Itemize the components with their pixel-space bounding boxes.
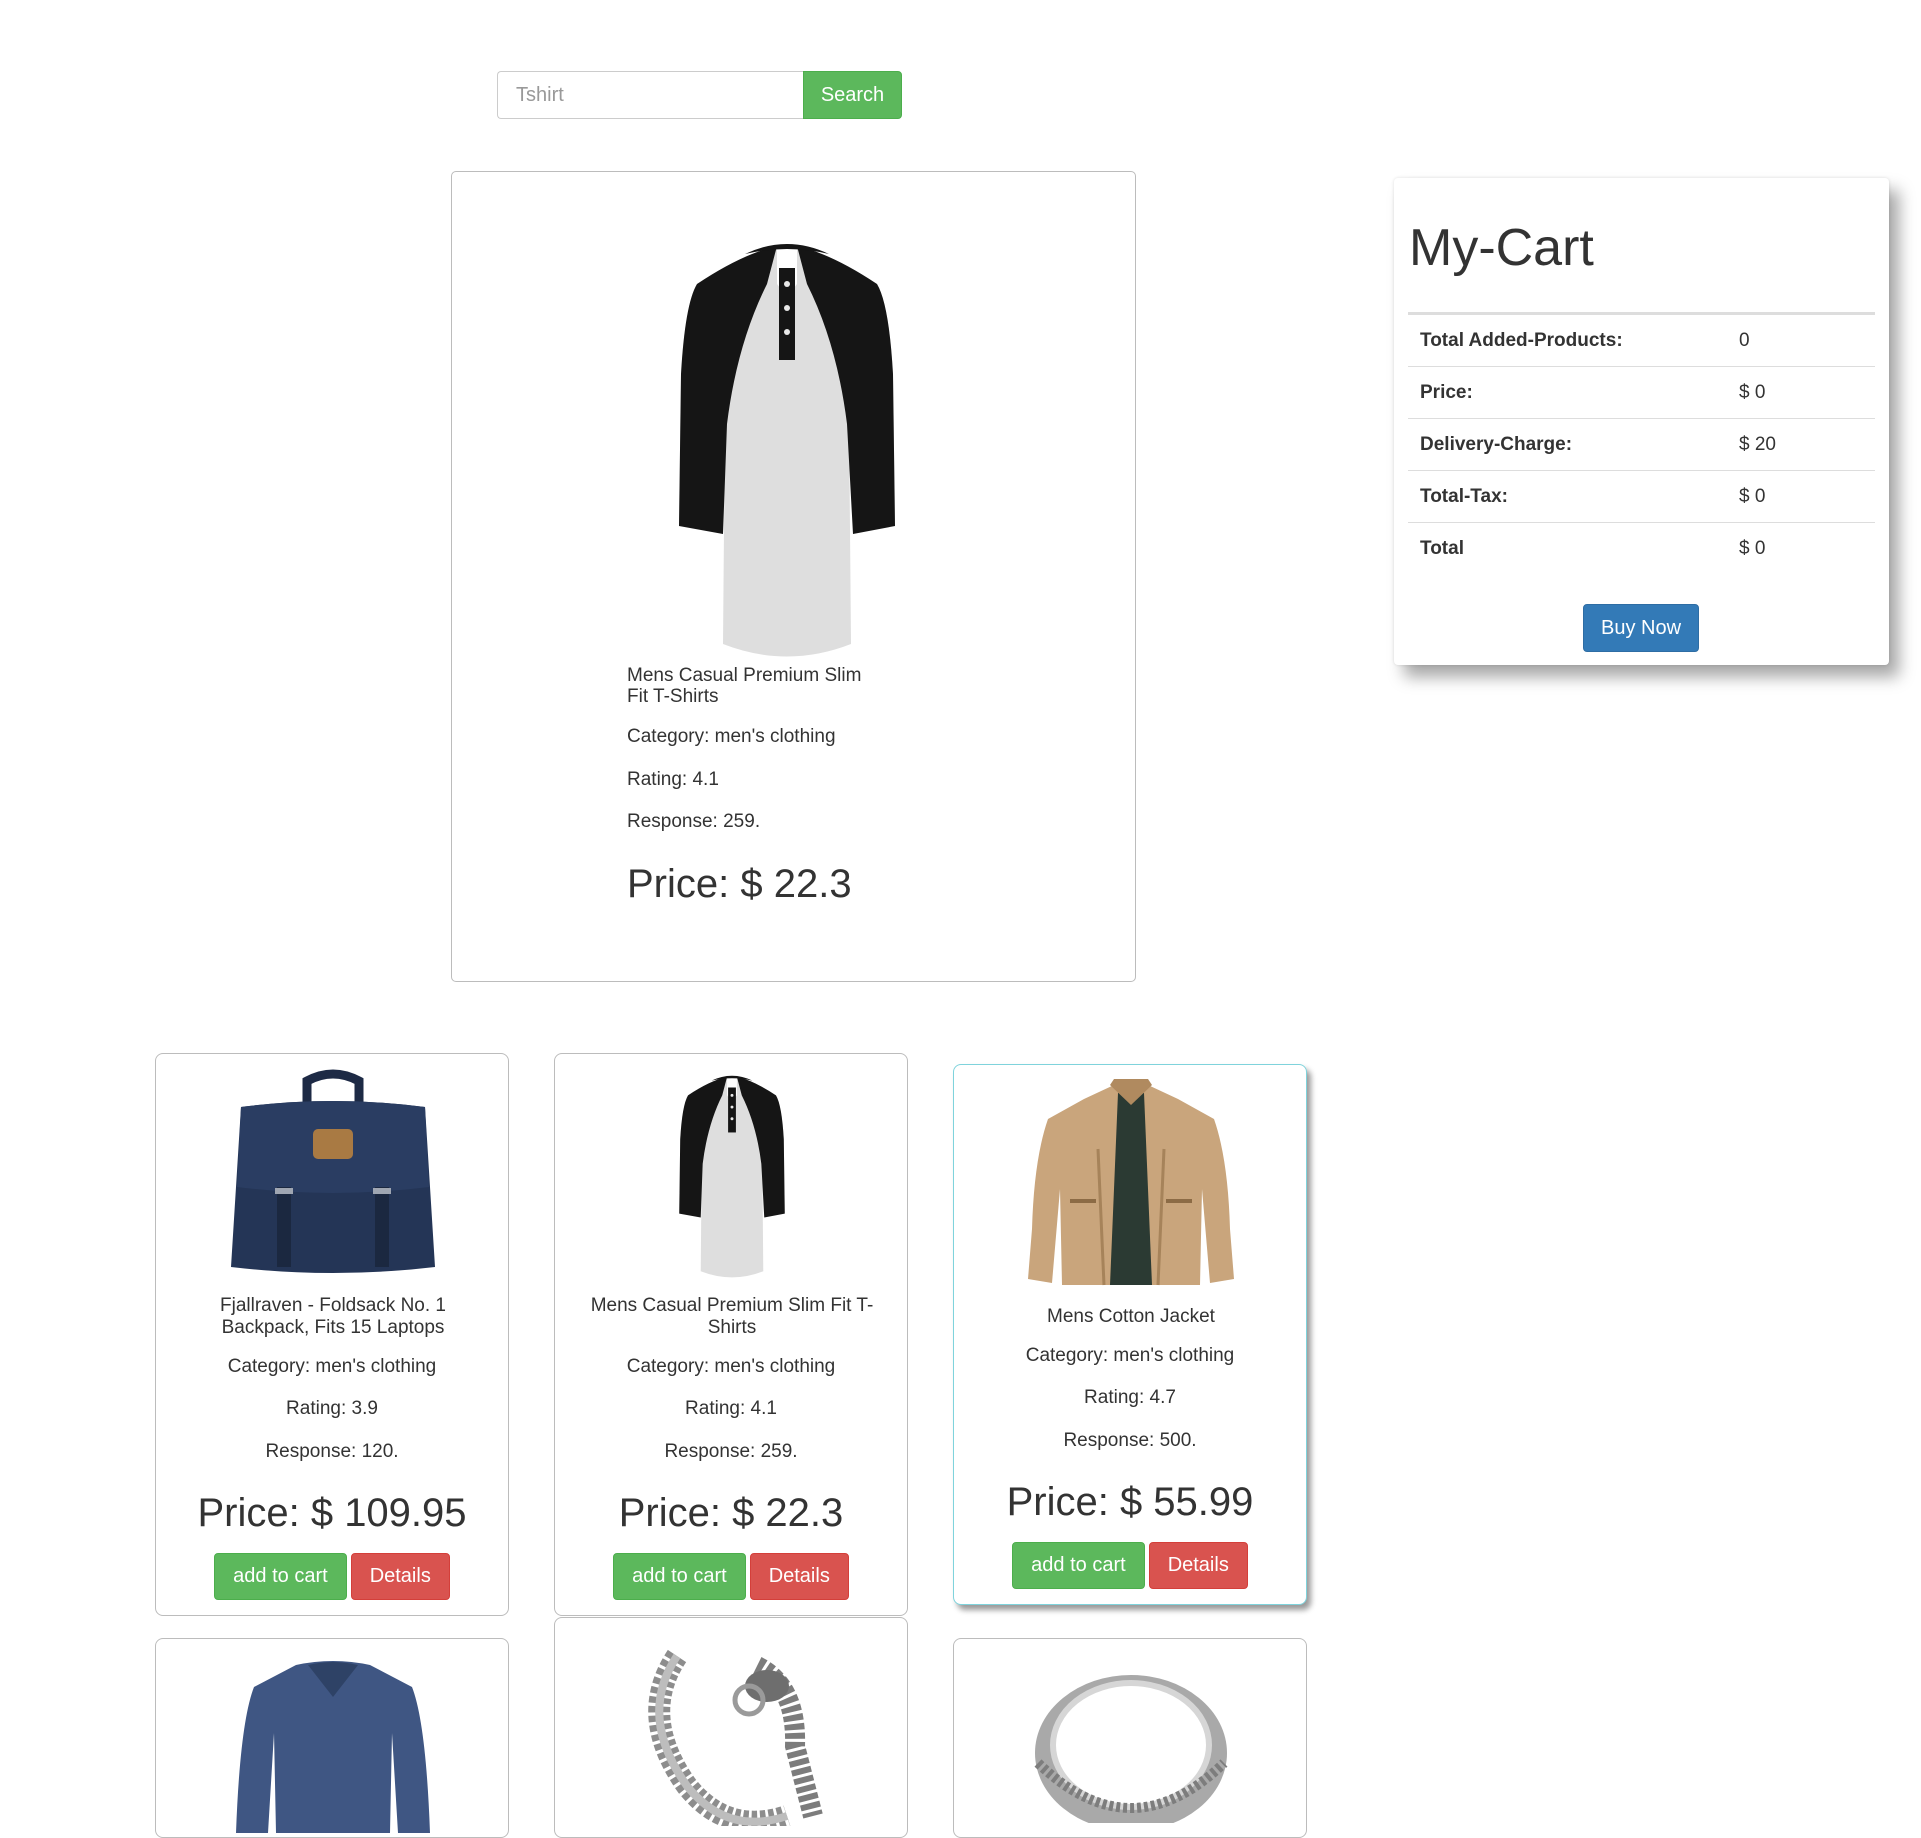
product-rating: Rating: 3.9 <box>286 1398 378 1419</box>
add-to-cart-button[interactable]: add to cart <box>214 1553 347 1600</box>
product-price: Price: $ 55.99 <box>1006 1480 1254 1524</box>
add-to-cart-button[interactable]: add to cart <box>613 1553 746 1600</box>
cart-title: My-Cart <box>1409 219 1594 277</box>
product-name: Mens Cotton Jacket <box>1047 1306 1215 1327</box>
cart-row-label: Price: <box>1408 366 1727 419</box>
cart-row-value: 0 <box>1727 313 1875 367</box>
featured-product-price: Price: $ 22.3 <box>627 862 852 906</box>
product-category: Category: men's clothing <box>227 1356 437 1377</box>
cart-row-value: $ 0 <box>1727 470 1875 523</box>
product-price: Price: $ 109.95 <box>197 1491 467 1535</box>
cart-row-label: Total Added-Products: <box>1408 313 1727 367</box>
featured-product-category: Category: men's clothing <box>627 726 836 747</box>
buy-now-button[interactable]: Buy Now <box>1583 604 1699 652</box>
cart-row-delivery-charge: Delivery-Charge: $ 20 <box>1408 418 1875 471</box>
product-name: Fjallraven - Foldsack No. 1 Backpack, Fi… <box>220 1295 446 1338</box>
cart-panel: My-Cart Total Added-Products: 0 Price: $… <box>1394 178 1889 665</box>
product-actions: add to cart Details <box>954 1542 1306 1589</box>
featured-product-rating: Rating: 4.1 <box>627 769 719 790</box>
details-button[interactable]: Details <box>1148 1542 1248 1589</box>
search-input[interactable] <box>497 71 803 119</box>
product-response: Response: 259. <box>664 1441 798 1462</box>
product-rating: Rating: 4.7 <box>1084 1387 1176 1408</box>
featured-product-name: Mens Casual Premium Slim Fit T-Shirts <box>627 665 862 707</box>
search-button[interactable]: Search <box>803 71 902 119</box>
product-image-jacket <box>1028 1079 1234 1286</box>
cart-row-total-tax: Total-Tax: $ 0 <box>1408 470 1875 523</box>
product-image-ring <box>1034 1675 1228 1823</box>
product-name: Mens Casual Premium Slim Fit T-Shirts <box>590 1295 874 1338</box>
product-card: Fjallraven - Foldsack No. 1 Backpack, Fi… <box>155 1053 509 1616</box>
product-card: Mens Cotton Jacket Category: men's cloth… <box>953 1064 1307 1605</box>
product-card <box>953 1638 1307 1838</box>
featured-product-image <box>627 224 947 664</box>
product-category: Category: men's clothing <box>626 1356 836 1377</box>
product-card: Mens Casual Premium Slim Fit T-Shirts Ca… <box>554 1053 908 1616</box>
product-image-bracelet <box>648 1649 823 1826</box>
details-button[interactable]: Details <box>749 1553 849 1600</box>
product-actions: add to cart Details <box>555 1553 907 1600</box>
cart-row-total: Total $ 0 <box>1408 523 1875 575</box>
featured-product-response: Response: 259. <box>627 811 761 832</box>
details-button[interactable]: Details <box>350 1553 450 1600</box>
product-category: Category: men's clothing <box>1025 1345 1235 1366</box>
cart-summary-table: Total Added-Products: 0 Price: $ 0 Deliv… <box>1408 312 1875 574</box>
cart-row-price: Price: $ 0 <box>1408 366 1875 419</box>
cart-row-label: Delivery-Charge: <box>1408 418 1727 471</box>
cart-row-value: $ 20 <box>1727 418 1875 471</box>
product-card <box>155 1638 509 1838</box>
product-image-longsleeve <box>236 1661 430 1833</box>
cart-row-label: Total <box>1420 537 1464 559</box>
product-image-backpack <box>231 1069 435 1273</box>
product-rating: Rating: 4.1 <box>685 1398 777 1419</box>
cart-row-total-added-products: Total Added-Products: 0 <box>1408 313 1875 367</box>
cart-row-value: $ 0 <box>1739 537 1766 559</box>
cart-row-label: Total-Tax: <box>1408 470 1727 523</box>
product-image-tshirt <box>617 1066 847 1281</box>
product-actions: add to cart Details <box>156 1553 508 1600</box>
product-price: Price: $ 22.3 <box>618 1491 844 1535</box>
cart-row-value: $ 0 <box>1727 366 1875 419</box>
product-response: Response: 500. <box>1063 1430 1197 1451</box>
product-response: Response: 120. <box>265 1441 399 1462</box>
add-to-cart-button[interactable]: add to cart <box>1012 1542 1145 1589</box>
product-card <box>554 1617 908 1838</box>
